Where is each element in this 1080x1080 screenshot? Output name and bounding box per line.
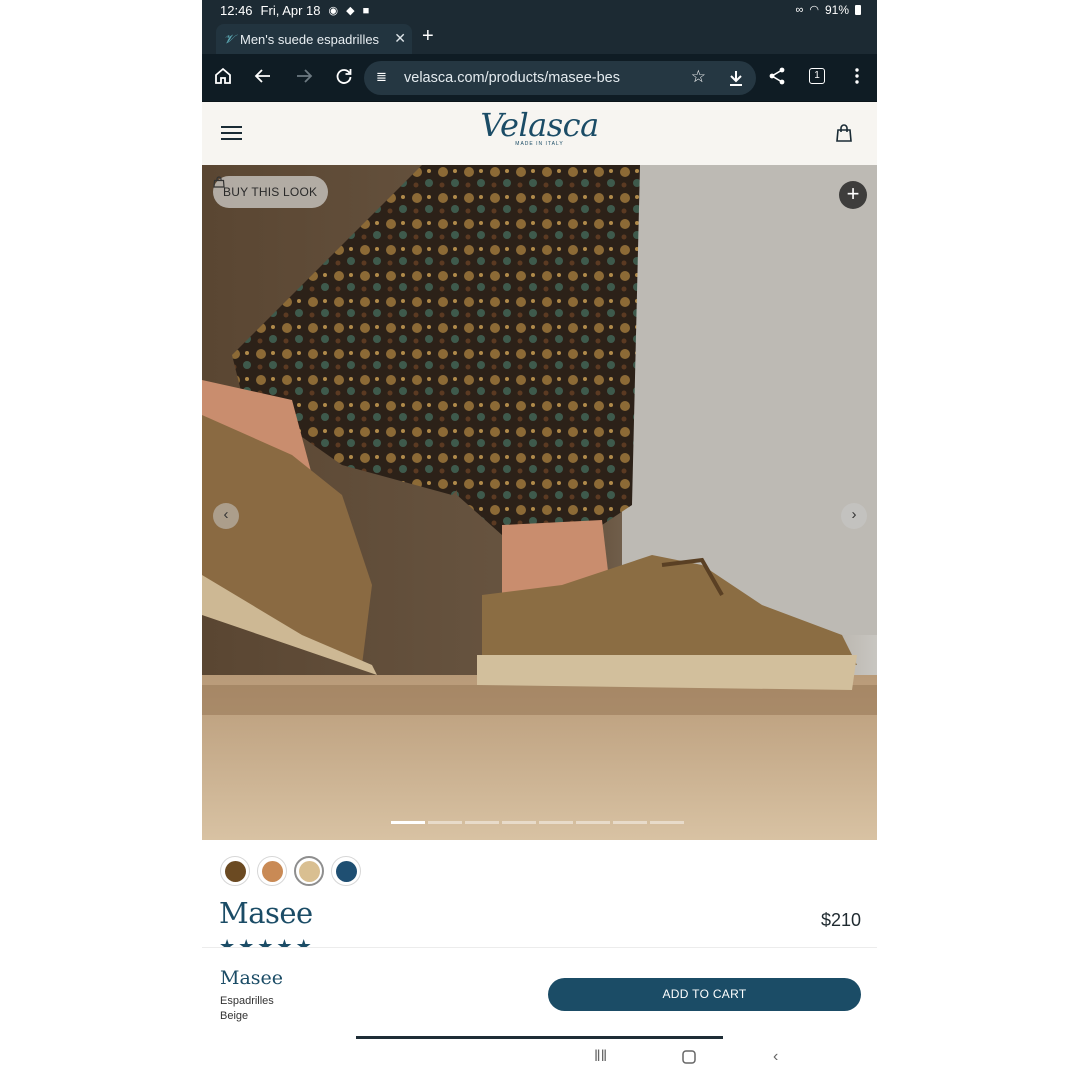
share-icon[interactable] <box>766 66 788 88</box>
color-swatches <box>220 856 361 886</box>
recent-apps-icon[interactable]: ‖‖ <box>594 1048 607 1066</box>
shopping-bag-icon[interactable] <box>836 124 852 142</box>
device-frame: 12:46 Fri, Apr 18 ◉ ◆ ■ ∞ ◠ 91% 𝓥 Men's … <box>202 0 877 1080</box>
buy-this-look-label: BUY THIS LOOK <box>223 185 318 199</box>
address-bar[interactable]: ≣ velasca.com/products/masee-bes ☆ <box>364 61 756 95</box>
logo-wordmark: Velasca <box>480 106 599 144</box>
status-time: 12:46 <box>220 3 253 18</box>
site-header: Velasca MADE IN ITALY <box>202 102 877 165</box>
carousel-next-chevron-icon[interactable]: › <box>841 503 867 529</box>
product-price: $210 <box>820 910 861 930</box>
logo-tagline: MADE IN ITALY <box>515 141 564 147</box>
back-nav-icon[interactable]: ‹ <box>773 1048 778 1066</box>
menu-kebab-icon[interactable] <box>846 66 868 88</box>
velasca-favicon-icon: 𝓥 <box>224 31 234 46</box>
browser-toolbar: ≣ velasca.com/products/masee-bes ☆ 1 <box>202 54 877 102</box>
gesture-bar <box>356 1036 723 1039</box>
carousel-dot[interactable] <box>539 821 573 824</box>
star-icon: ★ <box>238 936 255 947</box>
back-icon[interactable] <box>252 66 274 88</box>
app-icon: ◆ <box>346 4 355 17</box>
add-plus-icon[interactable]: + <box>839 181 867 209</box>
carousel-dot[interactable] <box>613 821 647 824</box>
battery-icon <box>855 5 861 15</box>
folder-icon: ■ <box>362 4 370 17</box>
carousel-dot[interactable] <box>650 821 684 824</box>
tab-switcher-button[interactable]: 1 <box>809 68 825 84</box>
color-swatch[interactable] <box>331 856 361 886</box>
carousel-dot[interactable] <box>576 821 610 824</box>
product-photo <box>202 165 877 840</box>
star-icon: ★ <box>219 936 236 947</box>
product-image-carousel[interactable]: BUY THIS LOOK + ‹ › <box>202 165 877 840</box>
home-icon[interactable] <box>212 66 234 88</box>
tab-strip: 𝓥 Men's suede espadrilles ✕ + <box>202 22 877 54</box>
bookmark-star-icon[interactable]: ☆ <box>691 67 706 87</box>
forward-icon[interactable] <box>293 66 315 88</box>
star-icon: ★ <box>295 936 312 947</box>
tab-title: Men's suede espadrilles <box>240 31 380 47</box>
home-nav-icon[interactable] <box>682 1050 696 1069</box>
bag-icon <box>213 176 225 188</box>
wifi-icon: ◠ <box>809 4 819 16</box>
notification-icon: ◉ <box>328 4 339 17</box>
carousel-dot[interactable] <box>465 821 499 824</box>
sticky-cart-bar: Masee Espadrilles Beige ADD TO CART <box>202 947 877 1034</box>
battery-percent: 91% <box>824 3 849 17</box>
carousel-prev-chevron-icon[interactable]: ‹ <box>213 503 239 529</box>
close-tab-icon[interactable]: ✕ <box>394 30 406 47</box>
add-to-cart-button[interactable]: ADD TO CART <box>548 978 861 1011</box>
sticky-product-type: Espadrilles <box>220 995 274 1007</box>
url-text: velasca.com/products/masee-bes <box>404 70 620 86</box>
color-swatch[interactable] <box>220 856 250 886</box>
star-rating[interactable]: ★ ★ ★ ★ ★ <box>219 936 312 947</box>
swatch-color-fill <box>224 860 246 882</box>
swatch-color-fill <box>298 860 320 882</box>
vpn-key-icon: ∞ <box>795 4 804 16</box>
carousel-dot[interactable] <box>391 821 425 824</box>
star-icon: ★ <box>276 936 293 947</box>
new-tab-icon[interactable]: + <box>422 26 434 46</box>
status-bar: 12:46 Fri, Apr 18 ◉ ◆ ■ ∞ ◠ 91% <box>202 0 877 22</box>
carousel-dot[interactable] <box>428 821 462 824</box>
sticky-product-color: Beige <box>220 1010 249 1022</box>
buy-this-look-button[interactable]: BUY THIS LOOK <box>213 176 329 208</box>
carousel-dot[interactable] <box>502 821 536 824</box>
product-title: Masee <box>219 896 313 930</box>
browser-tab[interactable]: 𝓥 Men's suede espadrilles ✕ <box>216 24 412 54</box>
reload-icon[interactable] <box>333 66 355 88</box>
velasca-logo[interactable]: Velasca MADE IN ITALY <box>202 106 877 147</box>
sticky-product-name: Masee <box>220 967 284 989</box>
color-swatch[interactable] <box>294 856 324 886</box>
status-date: Fri, Apr 18 <box>260 3 321 18</box>
site-settings-icon[interactable]: ≣ <box>376 69 387 85</box>
carousel-pagination <box>391 821 684 824</box>
download-icon[interactable] <box>728 67 744 92</box>
star-icon: ★ <box>257 936 274 947</box>
swatch-color-fill <box>261 860 283 882</box>
swatch-color-fill <box>335 860 357 882</box>
color-swatch[interactable] <box>257 856 287 886</box>
android-nav-bar: ‖‖ ‹ <box>202 1040 877 1080</box>
